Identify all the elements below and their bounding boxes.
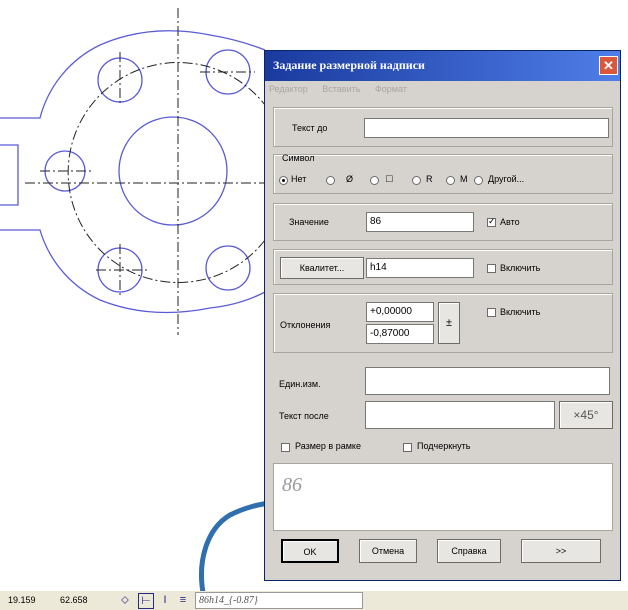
deviations-label: Отклонения (280, 320, 331, 330)
upper-deviation-input[interactable]: +0,00000 (366, 302, 434, 322)
size-in-frame-label: Размер в рамке (295, 441, 361, 451)
preview-value: 86 (282, 474, 302, 496)
deviations-enable-checkbox[interactable] (487, 308, 496, 317)
deviations-group: Отклонения +0,00000 -0,87000 ± Включить (273, 293, 613, 353)
symbol-group-label: Символ (282, 153, 315, 163)
horizontal-dimension-icon[interactable]: ⊢ (138, 593, 154, 609)
auto-checkbox[interactable] (487, 216, 496, 227)
quality-input[interactable]: h14 (366, 258, 474, 278)
text-before-label: Текст до (292, 123, 328, 133)
quality-button[interactable]: Квалитет... (280, 257, 364, 279)
menu-item-insert[interactable]: Вставить (322, 84, 360, 94)
center-bore (118, 116, 228, 226)
snap-icon[interactable]: ⬦ (118, 593, 132, 607)
symbol-square-label: □ (386, 173, 393, 185)
symbol-radius-label: R (426, 174, 433, 184)
bolt-circle (67, 62, 266, 283)
units-input[interactable] (365, 367, 610, 395)
symbol-radio-square[interactable] (370, 176, 379, 185)
angle-45-button[interactable]: ×45° (559, 401, 613, 429)
symbol-none-label: Нет (291, 174, 307, 184)
text-after-label: Текст после (279, 411, 329, 421)
symbol-radio-other[interactable] (474, 176, 483, 185)
cancel-button[interactable]: Отмена (359, 539, 417, 563)
dimension-text-field[interactable]: 86h14_{-0.87} (195, 592, 363, 609)
text-before-input[interactable] (364, 118, 609, 138)
close-icon[interactable]: ✕ (599, 56, 618, 75)
lower-deviation-input[interactable]: -0,87000 (366, 324, 434, 344)
size-in-frame-checkbox[interactable] (281, 443, 290, 452)
dialog-titlebar[interactable]: Задание размерной надписи ✕ (265, 51, 620, 81)
quality-enable-label: Включить (500, 263, 541, 273)
plus-minus-button[interactable]: ± (438, 302, 460, 344)
symbol-other-label: Другой... (488, 174, 525, 184)
dimension-icon[interactable]: ≡ (176, 593, 190, 607)
symbol-radio-m[interactable] (446, 176, 455, 185)
symbol-m-label: M (460, 174, 468, 184)
help-button[interactable]: Справка (437, 539, 501, 563)
menu-item-format[interactable]: Формат (375, 84, 407, 94)
menu-item-editor[interactable]: Редактор (269, 84, 308, 94)
quality-group: Квалитет... h14 Включить (273, 249, 613, 285)
units-label: Един.изм. (279, 379, 321, 389)
more-button[interactable]: >> (521, 539, 601, 563)
underline-label: Подчеркнуть (417, 441, 471, 451)
value-label: Значение (289, 217, 329, 227)
text-after-input[interactable] (365, 401, 555, 429)
quality-enable-checkbox[interactable] (487, 264, 496, 273)
symbol-group: Символ Нет Ø □ R M Другой... (273, 153, 613, 194)
status-bar: 19.159 62.658 ⬦ ⊢ I ≡ 86h14_{-0.87} (0, 591, 628, 610)
value-group: Значение 86 Авто (273, 203, 613, 241)
symbol-radio-diameter[interactable] (326, 176, 335, 185)
value-input[interactable]: 86 (366, 212, 474, 232)
symbol-radio-none[interactable] (279, 176, 288, 185)
dialog-title: Задание размерной надписи (273, 58, 425, 72)
bolt-hole (205, 245, 251, 291)
dimension-text-dialog: Задание размерной надписи ✕ Редактор Вст… (264, 50, 621, 581)
x-coordinate: 19.159 (8, 595, 36, 605)
symbol-diameter-label: Ø (346, 174, 354, 184)
y-coordinate: 62.658 (60, 595, 88, 605)
text-cursor-icon[interactable]: I (158, 593, 172, 607)
part-outline-small (0, 144, 19, 206)
symbol-radio-radius[interactable] (412, 176, 421, 185)
underline-checkbox[interactable] (403, 443, 412, 452)
dialog-menubar: Редактор Вставить Формат (269, 84, 419, 100)
text-before-group: Текст до (273, 107, 613, 147)
ok-button[interactable]: OK (281, 539, 339, 563)
auto-label: Авто (500, 217, 520, 227)
deviations-enable-label: Включить (500, 307, 541, 317)
text-preview: 86 (273, 463, 613, 531)
